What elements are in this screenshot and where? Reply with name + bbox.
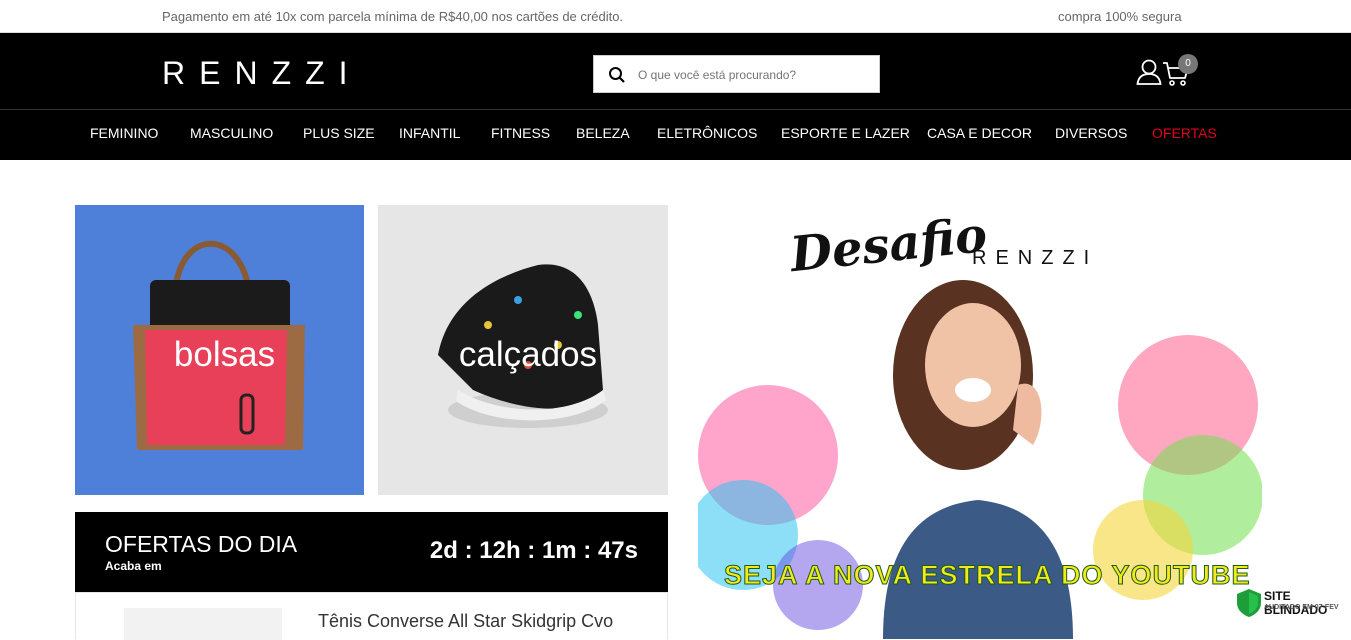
site-logo[interactable]: RENZZI — [162, 55, 362, 92]
nav-item-infantil[interactable]: INFANTIL — [399, 125, 460, 141]
nav-item-diversos[interactable]: DIVERSOS — [1055, 125, 1127, 141]
category-tile-bolsas[interactable]: bolsas — [75, 205, 364, 495]
nav-item-feminino[interactable]: FEMININO — [90, 125, 158, 141]
seal-subtitle: AUDITADO EM 07-FEV — [1264, 604, 1339, 611]
nav-item-eletronicos[interactable]: ELETRÔNICOS — [657, 125, 757, 141]
nav-item-plus-size[interactable]: PLUS SIZE — [303, 125, 375, 141]
installment-info: Pagamento em até 10x com parcela mínima … — [162, 9, 624, 24]
search-box[interactable] — [593, 55, 880, 93]
main-navigation: FEMININO MASCULINO PLUS SIZE INFANTIL FI… — [0, 110, 1351, 160]
banner-slogan: SEJA A NOVA ESTRELA DO YOUTUBE — [724, 560, 1251, 591]
category-label-calcados: calçados — [458, 335, 598, 374]
offers-title: OFERTAS DO DIA — [105, 531, 298, 557]
header: RENZZI 0 — [0, 33, 1351, 110]
seal-title: SITE BLINDADO — [1264, 589, 1328, 617]
nav-item-ofertas[interactable]: OFERTAS — [1152, 125, 1217, 141]
search-input[interactable] — [638, 64, 868, 86]
shield-icon — [1237, 589, 1261, 617]
promo-banner[interactable]: Desafio RENZZI SEJA A NOVA ESTRELA DO YO… — [698, 205, 1262, 639]
offers-subtitle: Acaba em — [105, 559, 162, 573]
user-account-icon[interactable] — [1136, 58, 1162, 86]
category-label-bolsas: bolsas — [173, 335, 276, 374]
category-tile-calcados[interactable]: calçados — [378, 205, 668, 495]
product-card[interactable]: Tênis Converse All Star Skidgrip Cvo — [75, 592, 668, 640]
banner-brand: RENZZI — [972, 247, 1099, 269]
top-info-bar: Pagamento em até 10x com parcela mínima … — [0, 0, 1351, 33]
nav-item-esporte-e-lazer[interactable]: ESPORTE E LAZER — [781, 125, 910, 141]
countdown-timer: 2d : 12h : 1m : 47s — [429, 537, 638, 564]
nav-item-beleza[interactable]: BELEZA — [576, 125, 630, 141]
nav-item-masculino[interactable]: MASCULINO — [190, 125, 273, 141]
search-icon[interactable] — [608, 66, 626, 84]
product-name[interactable]: Tênis Converse All Star Skidgrip Cvo — [318, 611, 613, 632]
product-image[interactable] — [124, 608, 282, 640]
nav-item-casa-e-decor[interactable]: CASA E DECOR — [927, 125, 1032, 141]
daily-offers-header: OFERTAS DO DIA Acaba em 2d : 12h : 1m : … — [75, 512, 668, 592]
secure-purchase-info: compra 100% segura — [1058, 9, 1182, 24]
nav-item-fitness[interactable]: FITNESS — [491, 125, 550, 141]
site-blindado-seal[interactable]: SITE BLINDADO AUDITADO EM 07-FEV — [1236, 588, 1351, 618]
cart-count-badge: 0 — [1178, 54, 1198, 74]
